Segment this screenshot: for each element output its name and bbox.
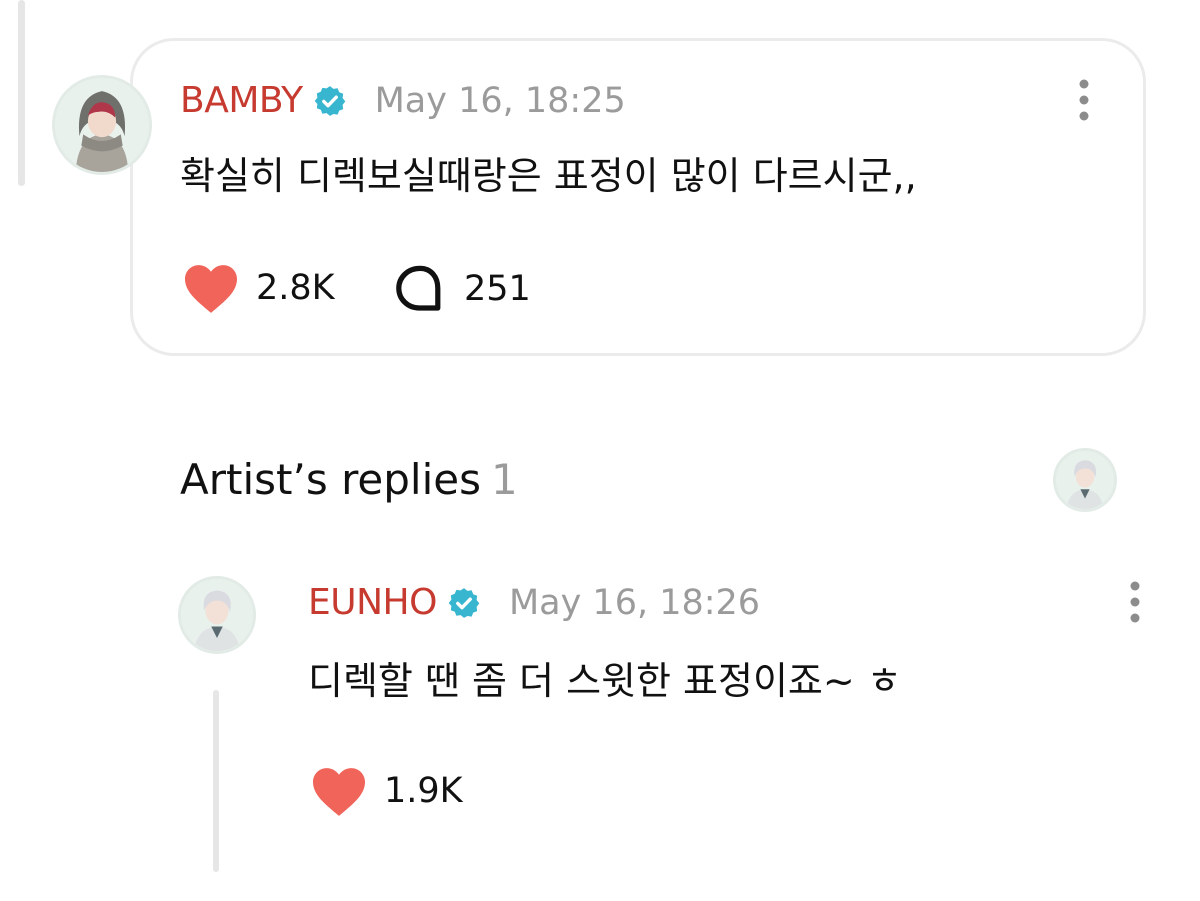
replies-button[interactable]: 251 <box>394 264 531 314</box>
thread-line <box>213 690 219 872</box>
artist-replies-title: Artist’s replies <box>180 455 481 504</box>
comment-text: 확실히 디렉보실때랑은 표정이 많이 다르시군,, <box>180 154 917 198</box>
heart-icon <box>313 768 365 816</box>
comment-author[interactable]: BAMBY <box>180 80 303 121</box>
reply-like-button[interactable]: 1.9K <box>310 765 463 817</box>
artist-replies-count: 1 <box>490 455 518 504</box>
verified-badge-icon <box>448 587 480 618</box>
more-vertical-icon[interactable] <box>1128 580 1142 624</box>
eunho-avatar[interactable] <box>178 576 256 654</box>
reply-header: EUNHO May 16, 18:26 <box>308 582 760 623</box>
heart-icon <box>185 265 237 313</box>
comment-timestamp: May 16, 18:25 <box>374 80 626 121</box>
speech-bubble-icon <box>396 265 441 311</box>
artist-replies-heading: Artist’s replies 1 <box>180 455 518 504</box>
reply-text: 디렉할 땐 좀 더 스윗한 표정이죠~ ㅎ <box>308 659 902 703</box>
artist-avatar[interactable] <box>1053 448 1117 512</box>
comment-header: BAMBY May 16, 18:25 <box>180 80 626 121</box>
reply-author[interactable]: EUNHO <box>308 582 437 623</box>
scroll-indicator[interactable] <box>18 0 25 186</box>
like-button[interactable]: 2.8K <box>182 262 335 314</box>
more-vertical-icon[interactable] <box>1077 78 1091 122</box>
verified-badge-icon <box>314 85 345 116</box>
bamby-avatar[interactable] <box>52 75 152 175</box>
reply-timestamp: May 16, 18:26 <box>508 582 761 623</box>
like-count: 2.8K <box>256 268 335 308</box>
reply-like-count: 1.9K <box>384 771 463 811</box>
reply-count: 251 <box>464 269 531 309</box>
